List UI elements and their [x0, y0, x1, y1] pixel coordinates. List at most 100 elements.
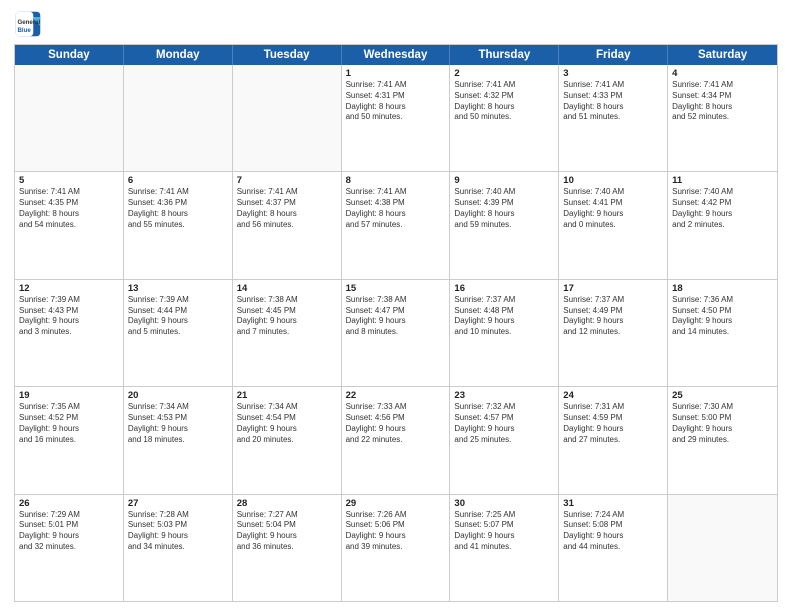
day-info: Sunrise: 7:37 AM Sunset: 4:49 PM Dayligh… [563, 295, 663, 338]
day-info: Sunrise: 7:36 AM Sunset: 4:50 PM Dayligh… [672, 295, 773, 338]
day-cell-2: 2Sunrise: 7:41 AM Sunset: 4:32 PM Daylig… [450, 65, 559, 171]
day-number: 22 [346, 390, 446, 401]
day-info: Sunrise: 7:31 AM Sunset: 4:59 PM Dayligh… [563, 402, 663, 445]
day-number: 17 [563, 283, 663, 294]
day-number: 19 [19, 390, 119, 401]
day-number: 13 [128, 283, 228, 294]
day-cell-17: 17Sunrise: 7:37 AM Sunset: 4:49 PM Dayli… [559, 280, 668, 386]
day-info: Sunrise: 7:26 AM Sunset: 5:06 PM Dayligh… [346, 510, 446, 553]
day-number: 12 [19, 283, 119, 294]
day-number: 20 [128, 390, 228, 401]
calendar-grid: SundayMondayTuesdayWednesdayThursdayFrid… [14, 44, 778, 602]
day-cell-24: 24Sunrise: 7:31 AM Sunset: 4:59 PM Dayli… [559, 387, 668, 493]
weekday-header-sunday: Sunday [15, 45, 124, 65]
day-number: 27 [128, 498, 228, 509]
day-info: Sunrise: 7:41 AM Sunset: 4:36 PM Dayligh… [128, 187, 228, 230]
day-info: Sunrise: 7:40 AM Sunset: 4:42 PM Dayligh… [672, 187, 773, 230]
day-number: 14 [237, 283, 337, 294]
weekday-header-saturday: Saturday [668, 45, 777, 65]
logo: General Blue [14, 10, 46, 38]
day-cell-6: 6Sunrise: 7:41 AM Sunset: 4:36 PM Daylig… [124, 172, 233, 278]
day-number: 16 [454, 283, 554, 294]
day-number: 8 [346, 175, 446, 186]
day-number: 3 [563, 68, 663, 79]
logo-icon: General Blue [14, 10, 42, 38]
day-cell-30: 30Sunrise: 7:25 AM Sunset: 5:07 PM Dayli… [450, 495, 559, 601]
day-cell-9: 9Sunrise: 7:40 AM Sunset: 4:39 PM Daylig… [450, 172, 559, 278]
day-number: 21 [237, 390, 337, 401]
day-cell-13: 13Sunrise: 7:39 AM Sunset: 4:44 PM Dayli… [124, 280, 233, 386]
day-number: 26 [19, 498, 119, 509]
day-number: 11 [672, 175, 773, 186]
day-cell-14: 14Sunrise: 7:38 AM Sunset: 4:45 PM Dayli… [233, 280, 342, 386]
day-cell-31: 31Sunrise: 7:24 AM Sunset: 5:08 PM Dayli… [559, 495, 668, 601]
day-cell-25: 25Sunrise: 7:30 AM Sunset: 5:00 PM Dayli… [668, 387, 777, 493]
day-cell-8: 8Sunrise: 7:41 AM Sunset: 4:38 PM Daylig… [342, 172, 451, 278]
page-header: General Blue [14, 10, 778, 38]
day-info: Sunrise: 7:40 AM Sunset: 4:39 PM Dayligh… [454, 187, 554, 230]
day-info: Sunrise: 7:41 AM Sunset: 4:37 PM Dayligh… [237, 187, 337, 230]
day-info: Sunrise: 7:40 AM Sunset: 4:41 PM Dayligh… [563, 187, 663, 230]
day-number: 23 [454, 390, 554, 401]
day-cell-5: 5Sunrise: 7:41 AM Sunset: 4:35 PM Daylig… [15, 172, 124, 278]
day-number: 28 [237, 498, 337, 509]
day-info: Sunrise: 7:35 AM Sunset: 4:52 PM Dayligh… [19, 402, 119, 445]
day-cell-18: 18Sunrise: 7:36 AM Sunset: 4:50 PM Dayli… [668, 280, 777, 386]
day-cell-4: 4Sunrise: 7:41 AM Sunset: 4:34 PM Daylig… [668, 65, 777, 171]
day-info: Sunrise: 7:24 AM Sunset: 5:08 PM Dayligh… [563, 510, 663, 553]
empty-cell [124, 65, 233, 171]
day-info: Sunrise: 7:27 AM Sunset: 5:04 PM Dayligh… [237, 510, 337, 553]
weekday-header-monday: Monday [124, 45, 233, 65]
day-number: 29 [346, 498, 446, 509]
day-number: 5 [19, 175, 119, 186]
weekday-header-row: SundayMondayTuesdayWednesdayThursdayFrid… [15, 45, 777, 65]
weekday-header-friday: Friday [559, 45, 668, 65]
day-cell-3: 3Sunrise: 7:41 AM Sunset: 4:33 PM Daylig… [559, 65, 668, 171]
day-cell-15: 15Sunrise: 7:38 AM Sunset: 4:47 PM Dayli… [342, 280, 451, 386]
day-cell-26: 26Sunrise: 7:29 AM Sunset: 5:01 PM Dayli… [15, 495, 124, 601]
day-number: 2 [454, 68, 554, 79]
day-info: Sunrise: 7:29 AM Sunset: 5:01 PM Dayligh… [19, 510, 119, 553]
day-cell-10: 10Sunrise: 7:40 AM Sunset: 4:41 PM Dayli… [559, 172, 668, 278]
day-number: 18 [672, 283, 773, 294]
day-number: 15 [346, 283, 446, 294]
day-info: Sunrise: 7:28 AM Sunset: 5:03 PM Dayligh… [128, 510, 228, 553]
day-cell-28: 28Sunrise: 7:27 AM Sunset: 5:04 PM Dayli… [233, 495, 342, 601]
day-number: 7 [237, 175, 337, 186]
day-info: Sunrise: 7:41 AM Sunset: 4:31 PM Dayligh… [346, 80, 446, 123]
calendar-row-5: 26Sunrise: 7:29 AM Sunset: 5:01 PM Dayli… [15, 495, 777, 601]
day-info: Sunrise: 7:41 AM Sunset: 4:32 PM Dayligh… [454, 80, 554, 123]
day-info: Sunrise: 7:33 AM Sunset: 4:56 PM Dayligh… [346, 402, 446, 445]
day-cell-29: 29Sunrise: 7:26 AM Sunset: 5:06 PM Dayli… [342, 495, 451, 601]
weekday-header-thursday: Thursday [450, 45, 559, 65]
day-number: 4 [672, 68, 773, 79]
day-info: Sunrise: 7:37 AM Sunset: 4:48 PM Dayligh… [454, 295, 554, 338]
day-cell-19: 19Sunrise: 7:35 AM Sunset: 4:52 PM Dayli… [15, 387, 124, 493]
day-info: Sunrise: 7:41 AM Sunset: 4:35 PM Dayligh… [19, 187, 119, 230]
day-cell-1: 1Sunrise: 7:41 AM Sunset: 4:31 PM Daylig… [342, 65, 451, 171]
day-info: Sunrise: 7:34 AM Sunset: 4:54 PM Dayligh… [237, 402, 337, 445]
svg-text:General: General [18, 19, 41, 26]
day-cell-16: 16Sunrise: 7:37 AM Sunset: 4:48 PM Dayli… [450, 280, 559, 386]
calendar-row-3: 12Sunrise: 7:39 AM Sunset: 4:43 PM Dayli… [15, 280, 777, 387]
day-number: 9 [454, 175, 554, 186]
day-cell-11: 11Sunrise: 7:40 AM Sunset: 4:42 PM Dayli… [668, 172, 777, 278]
day-number: 25 [672, 390, 773, 401]
calendar-row-1: 1Sunrise: 7:41 AM Sunset: 4:31 PM Daylig… [15, 65, 777, 172]
day-number: 31 [563, 498, 663, 509]
day-info: Sunrise: 7:32 AM Sunset: 4:57 PM Dayligh… [454, 402, 554, 445]
day-cell-22: 22Sunrise: 7:33 AM Sunset: 4:56 PM Dayli… [342, 387, 451, 493]
day-info: Sunrise: 7:38 AM Sunset: 4:47 PM Dayligh… [346, 295, 446, 338]
empty-cell [15, 65, 124, 171]
day-number: 6 [128, 175, 228, 186]
day-info: Sunrise: 7:41 AM Sunset: 4:33 PM Dayligh… [563, 80, 663, 123]
day-cell-21: 21Sunrise: 7:34 AM Sunset: 4:54 PM Dayli… [233, 387, 342, 493]
day-cell-7: 7Sunrise: 7:41 AM Sunset: 4:37 PM Daylig… [233, 172, 342, 278]
day-cell-23: 23Sunrise: 7:32 AM Sunset: 4:57 PM Dayli… [450, 387, 559, 493]
day-number: 30 [454, 498, 554, 509]
weekday-header-tuesday: Tuesday [233, 45, 342, 65]
day-cell-27: 27Sunrise: 7:28 AM Sunset: 5:03 PM Dayli… [124, 495, 233, 601]
empty-cell [668, 495, 777, 601]
day-number: 1 [346, 68, 446, 79]
day-cell-20: 20Sunrise: 7:34 AM Sunset: 4:53 PM Dayli… [124, 387, 233, 493]
